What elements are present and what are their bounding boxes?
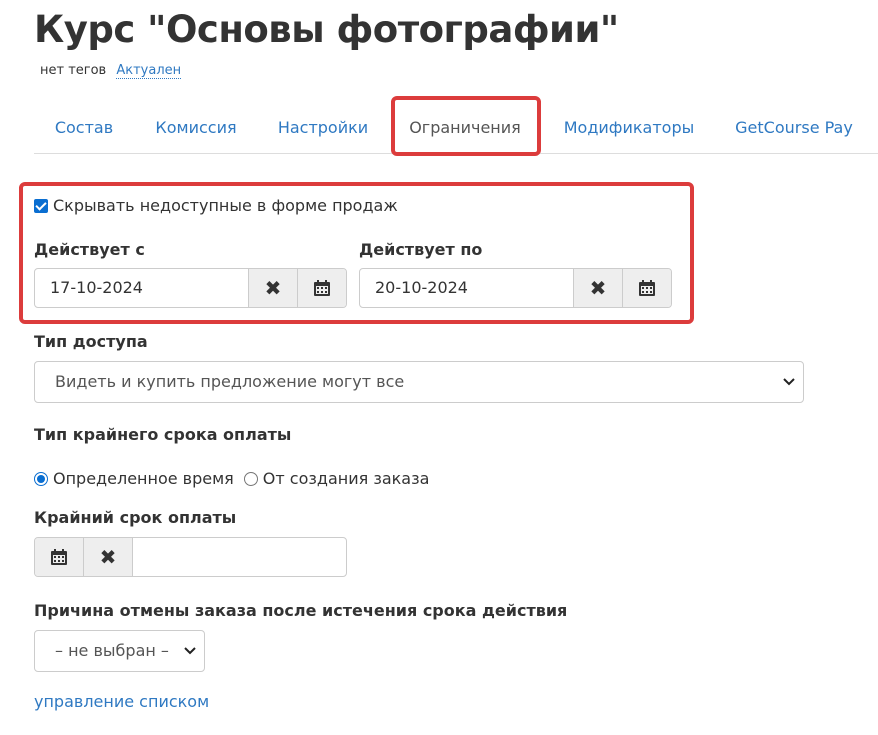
calendar-icon[interactable] bbox=[622, 269, 671, 307]
cancel-reason-label: Причина отмены заказа после истечения ср… bbox=[34, 601, 568, 620]
cancel-reason-select[interactable]: – не выбран – bbox=[34, 630, 205, 672]
valid-from-group: 17-10-2024 ✖ bbox=[34, 268, 347, 308]
valid-from-input[interactable]: 17-10-2024 bbox=[35, 269, 248, 307]
calendar-icon[interactable] bbox=[297, 269, 346, 307]
clear-icon[interactable]: ✖ bbox=[84, 538, 133, 576]
valid-to-input[interactable]: 20-10-2024 bbox=[360, 269, 573, 307]
deadline-type-radios: Определенное время От создания заказа bbox=[34, 469, 429, 488]
tab-getcourse-pay[interactable]: GetCourse Pay bbox=[724, 103, 864, 153]
hide-unavailable-label: Скрывать недоступные в форме продаж bbox=[53, 196, 398, 215]
valid-from-label: Действует с bbox=[34, 240, 145, 259]
tab-highlight-frame bbox=[391, 96, 541, 156]
valid-to-group: 20-10-2024 ✖ bbox=[359, 268, 672, 308]
deadline-label: Крайний срок оплаты bbox=[34, 508, 237, 527]
access-type-value: Видеть и купить предложение могут все bbox=[55, 372, 405, 391]
chevron-down-icon bbox=[783, 362, 795, 402]
radio-fixed-time[interactable] bbox=[34, 471, 48, 486]
clear-icon[interactable]: ✖ bbox=[573, 269, 622, 307]
chevron-down-icon bbox=[184, 631, 196, 671]
radio-fixed-time-label: Определенное время bbox=[53, 469, 234, 488]
access-type-label: Тип доступа bbox=[34, 332, 148, 351]
radio-from-order[interactable] bbox=[243, 471, 258, 486]
deadline-type-label: Тип крайнего срока оплаты bbox=[34, 425, 292, 444]
calendar-icon[interactable] bbox=[35, 538, 84, 576]
manage-list-link[interactable]: управление списком bbox=[34, 692, 209, 711]
course-meta: нет тегов Актуален bbox=[40, 63, 182, 79]
radio-from-order-label: От создания заказа bbox=[262, 469, 430, 488]
tab-settings[interactable]: Настройки bbox=[268, 103, 378, 153]
tab-modifiers[interactable]: Модификаторы bbox=[554, 103, 704, 153]
valid-to-label: Действует по bbox=[359, 240, 483, 259]
cancel-reason-value: – не выбран – bbox=[55, 641, 169, 660]
deadline-group: ✖ bbox=[34, 537, 347, 577]
deadline-input[interactable] bbox=[133, 538, 346, 576]
access-type-select[interactable]: Видеть и купить предложение могут все bbox=[34, 361, 804, 403]
tab-commission[interactable]: Комиссия bbox=[146, 103, 246, 153]
page-title: Курс "Основы фотографии" bbox=[34, 8, 619, 51]
hide-unavailable-row: Скрывать недоступные в форме продаж bbox=[34, 196, 398, 215]
hide-unavailable-checkbox[interactable] bbox=[34, 198, 48, 213]
tags-text: нет тегов bbox=[40, 63, 107, 78]
clear-icon[interactable]: ✖ bbox=[248, 269, 297, 307]
tab-composition[interactable]: Состав bbox=[34, 103, 134, 153]
status-link[interactable]: Актуален bbox=[116, 63, 182, 79]
